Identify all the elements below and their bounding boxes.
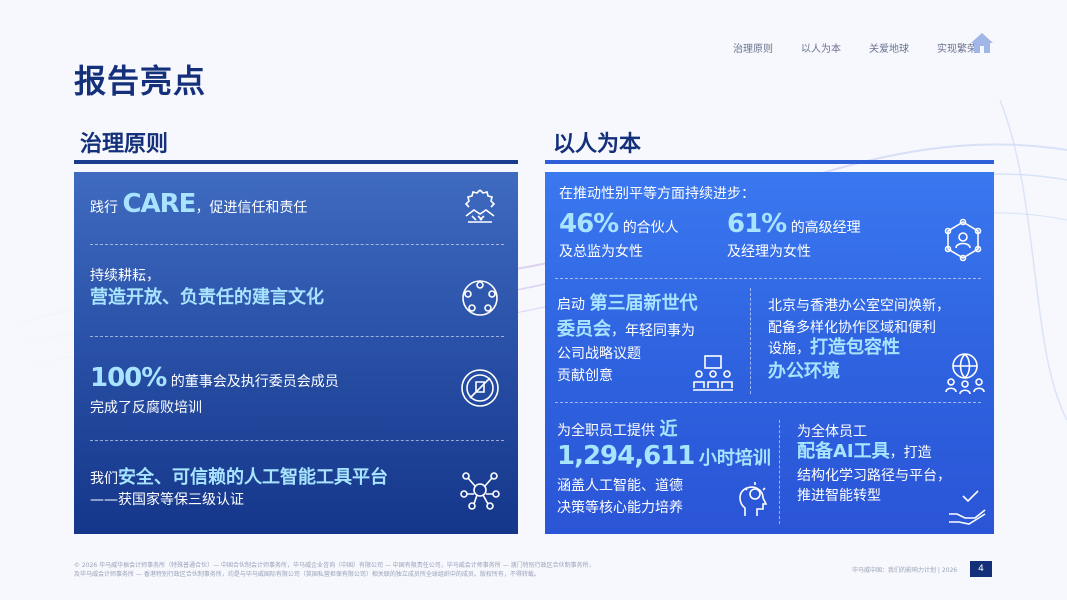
report-name-footer: 毕马威中国：我们的影响力计划 | 2026 bbox=[852, 567, 958, 574]
divider bbox=[555, 402, 981, 403]
female-partners-line2: 及总监为女性 bbox=[559, 244, 643, 260]
voice-culture-line1: 持续耕耘， bbox=[90, 268, 160, 284]
female-partners-line1: 46% 的合伙人 bbox=[559, 211, 679, 238]
office-line2: 配备多样化协作区域和便利 bbox=[768, 320, 936, 336]
office-line3: 设施，打造包容性 bbox=[768, 338, 900, 359]
vertical-divider bbox=[750, 288, 751, 394]
ai-tools-suffix: ，打造 bbox=[889, 445, 932, 461]
ai-tools-line1: 为全体员工 bbox=[797, 424, 867, 440]
anti-corruption-line1: 100% 的董事会及执行委员会成员 bbox=[90, 365, 339, 392]
voice-culture-line2: 营造开放、负责任的建言文化 bbox=[90, 287, 324, 308]
training-line3: 涵盖人工智能、道德 bbox=[557, 478, 683, 494]
female-managers-percent: 61% bbox=[727, 209, 787, 239]
ai-tools-line2: 配备AI工具，打造 bbox=[797, 442, 932, 463]
training-line2: 1,294,611 小时培训 bbox=[557, 443, 771, 470]
team-circle-icon bbox=[462, 280, 498, 316]
divider bbox=[90, 244, 504, 245]
ai-platform-line2: ——获国家等保三级认证 bbox=[90, 492, 244, 508]
copyright-line2: 及毕马威会计师事务所 — 香港特别行政区合伙制事务所，均是与毕马威国际有限公司（… bbox=[74, 571, 540, 578]
gender-network-icon bbox=[944, 218, 982, 262]
training-hours: 1,294,611 bbox=[557, 441, 695, 471]
female-managers-line2: 及经理为女性 bbox=[727, 244, 811, 260]
home-icon[interactable] bbox=[970, 32, 994, 54]
governance-panel: 践行 CARE，促进信任和责任 持续耕耘， 营造开放、负责任的建言文化 100%… bbox=[74, 172, 518, 534]
committee-highlight-2: 委员会 bbox=[557, 319, 611, 340]
page-title: 报告亮点 bbox=[74, 62, 207, 100]
section-underline-right bbox=[545, 160, 994, 164]
ai-platform-highlight: 安全、可信赖的人工智能工具平台 bbox=[118, 467, 388, 488]
nav-item-planet[interactable]: 关爱地球 bbox=[869, 40, 909, 55]
meeting-group-icon bbox=[693, 355, 733, 391]
anti-corruption-percent: 100% bbox=[90, 363, 167, 393]
female-managers-line1: 61% 的高级经理 bbox=[727, 211, 861, 238]
office-highlight: 打造包容性 bbox=[810, 337, 900, 358]
nav-item-governance[interactable]: 治理原则 bbox=[733, 40, 773, 55]
idea-head-icon bbox=[739, 482, 768, 516]
committee-line2: 委员会，年轻同事为 bbox=[557, 320, 695, 341]
ai-tools-line4: 推进智能转型 bbox=[797, 488, 881, 504]
divider bbox=[90, 440, 504, 441]
female-managers-desc: 的高级经理 bbox=[790, 220, 861, 236]
care-suffix: ，促进信任和责任 bbox=[195, 200, 308, 216]
anti-corruption-line2: 完成了反腐败培训 bbox=[90, 400, 202, 416]
page-number: 4 bbox=[970, 561, 992, 577]
ai-tools-highlight: 配备AI工具 bbox=[797, 441, 890, 462]
office-line1: 北京与香港办公室空间焕新， bbox=[768, 298, 950, 314]
female-partners-desc: 的合伙人 bbox=[622, 220, 679, 236]
vertical-divider bbox=[779, 420, 780, 524]
committee-prefix: 启动 bbox=[557, 297, 585, 313]
handshake-icon bbox=[464, 189, 496, 223]
global-people-icon bbox=[945, 353, 985, 394]
ai-platform-prefix: 我们 bbox=[90, 471, 118, 487]
no-bribery-icon bbox=[461, 369, 499, 407]
copyright-footer: © 2026 毕马威华振会计师事务所（特殊普通合伙）— 中国合伙制会计师事务所，… bbox=[74, 561, 634, 579]
slide-page: 报告亮点 治理原则 以人为本 关爱地球 实现繁荣 治理原则 践行 CARE，促进… bbox=[0, 0, 1067, 600]
training-line4: 决策等核心能力培养 bbox=[557, 500, 683, 516]
training-line1: 为全职员工提供 近 bbox=[557, 420, 677, 441]
ai-tools-line3: 结构化学习路径与平台， bbox=[797, 468, 951, 484]
ai-platform-line1: 我们安全、可信赖的人工智能工具平台 bbox=[90, 468, 388, 489]
female-partners-percent: 46% bbox=[559, 209, 619, 239]
network-nodes-icon bbox=[460, 472, 500, 510]
care-highlight: CARE bbox=[122, 189, 196, 219]
section-underline-left bbox=[74, 160, 518, 164]
divider bbox=[555, 278, 981, 279]
section-heading-people: 以人为本 bbox=[553, 132, 642, 157]
section-heading-governance: 治理原则 bbox=[80, 132, 169, 157]
hand-check-icon bbox=[949, 490, 986, 525]
gender-equality-intro: 在推动性别平等方面持续进步： bbox=[559, 186, 755, 202]
anti-corruption-desc: 的董事会及执行委员会成员 bbox=[170, 374, 339, 390]
training-near: 近 bbox=[659, 419, 678, 440]
office-line4: 办公环境 bbox=[768, 361, 840, 382]
committee-line3: 公司战略议题 bbox=[557, 346, 641, 362]
people-panel: 在推动性别平等方面持续进步： 46% 的合伙人 及总监为女性 61% 的高级经理… bbox=[545, 172, 994, 534]
training-prefix: 为全职员工提供 bbox=[557, 423, 655, 439]
committee-highlight-1: 第三届新世代 bbox=[589, 293, 698, 314]
nav-item-people[interactable]: 以人为本 bbox=[801, 40, 841, 55]
copyright-line1: © 2026 毕马威华振会计师事务所（特殊普通合伙）— 中国合伙制会计师事务所，… bbox=[74, 562, 595, 569]
office-prefix: 设施， bbox=[768, 341, 810, 357]
divider bbox=[90, 336, 504, 337]
committee-line4: 贡献创意 bbox=[557, 368, 613, 384]
care-prefix: 践行 bbox=[90, 200, 118, 216]
training-unit: 小时培训 bbox=[698, 448, 771, 469]
committee-suffix: ，年轻同事为 bbox=[611, 323, 695, 339]
committee-line1: 启动 第三届新世代 bbox=[557, 294, 697, 315]
care-statement: 践行 CARE，促进信任和责任 bbox=[90, 191, 308, 218]
top-navigation: 治理原则 以人为本 关爱地球 实现繁荣 bbox=[733, 40, 977, 55]
